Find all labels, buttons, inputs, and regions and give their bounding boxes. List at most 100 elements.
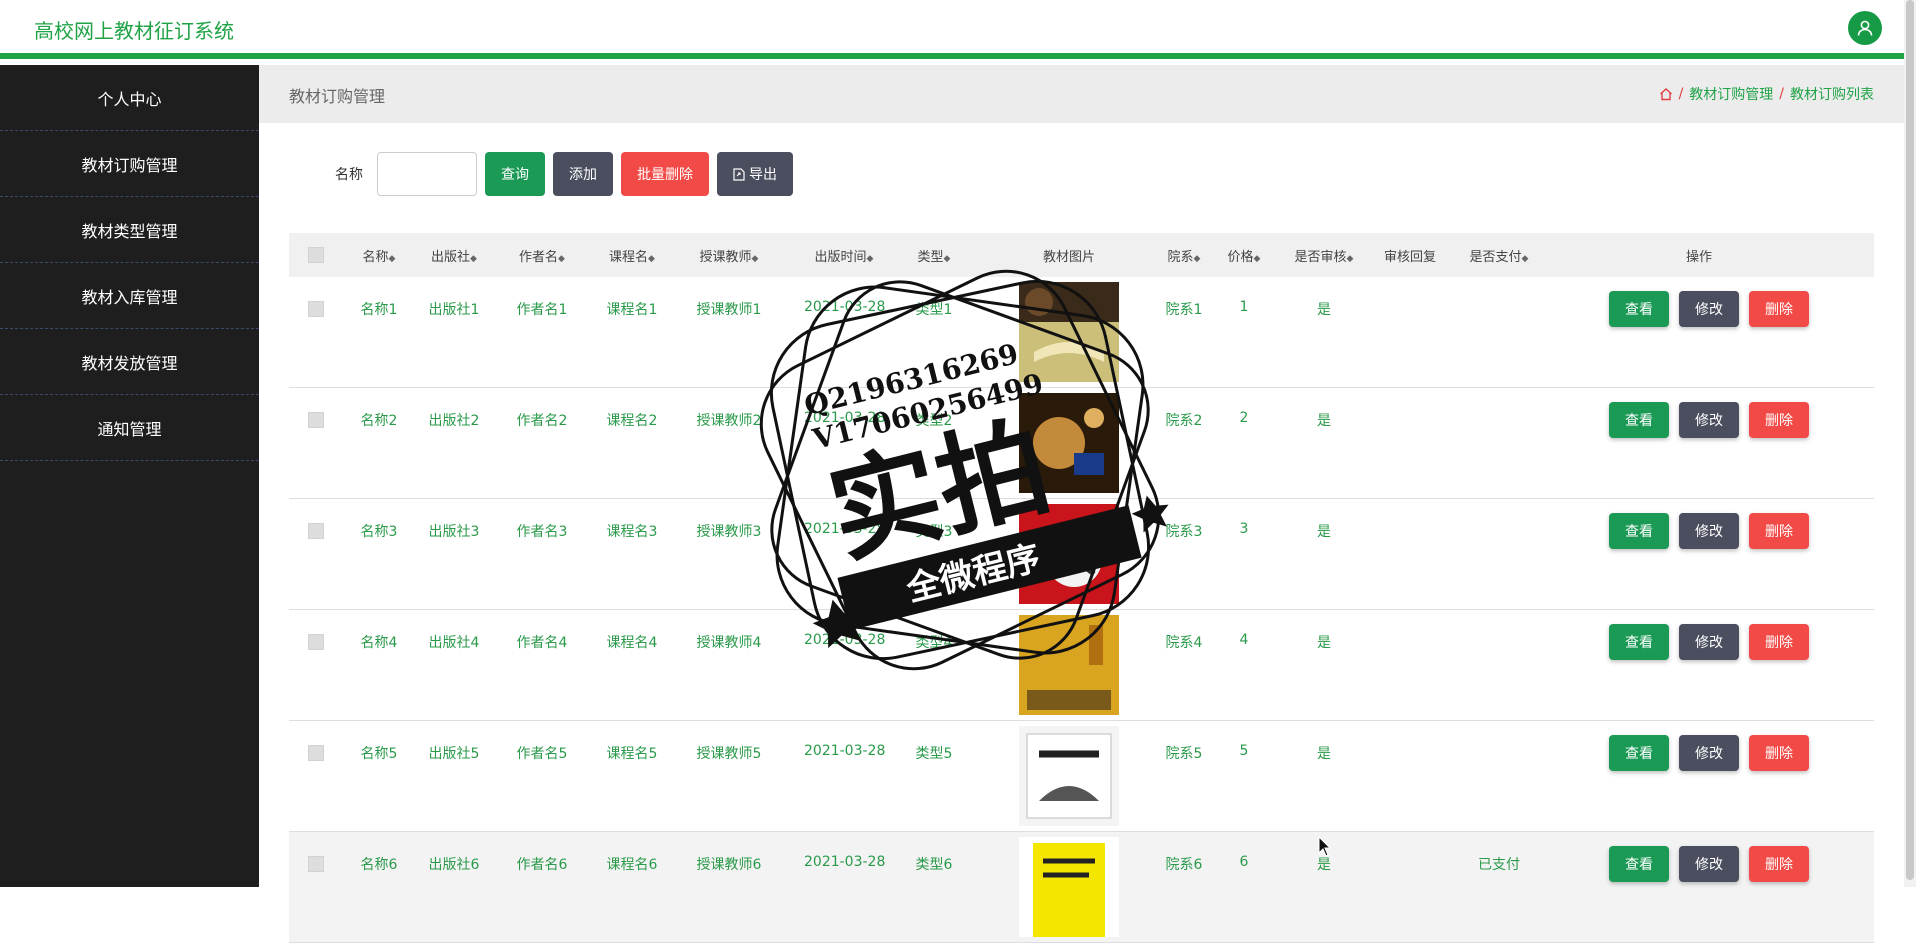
cell-course: 课程名5 bbox=[606, 746, 658, 762]
delete-button[interactable]: 删除 bbox=[1749, 846, 1809, 882]
cell-publisher: 出版社6 bbox=[428, 857, 480, 873]
sidebar-item-order-management[interactable]: 教材订购管理 bbox=[0, 131, 259, 197]
header-paid[interactable]: 是否支付◆ bbox=[1459, 246, 1539, 265]
cell-type: 类型2 bbox=[915, 413, 953, 429]
cell-dept: 院系1 bbox=[1165, 302, 1203, 318]
add-button[interactable]: 添加 bbox=[553, 152, 613, 196]
search-toolbar: 名称 查询 添加 批量删除 导出 bbox=[335, 152, 793, 196]
sidebar-item-stock-in-management[interactable]: 教材入库管理 bbox=[0, 263, 259, 329]
cell-price: 3 bbox=[1239, 521, 1249, 537]
breadcrumb-item-order-list[interactable]: 教材订购列表 bbox=[1790, 84, 1874, 104]
table-header: 名称◆ 出版社◆ 作者名◆ 课程名◆ 授课教师◆ 出版时间◆ 类型◆ 教材图片 … bbox=[289, 233, 1874, 277]
edit-button[interactable]: 修改 bbox=[1679, 624, 1739, 660]
edit-button[interactable]: 修改 bbox=[1679, 513, 1739, 549]
row-actions: 查看 修改 删除 bbox=[1609, 846, 1809, 882]
cell-audited: 是 bbox=[1317, 524, 1331, 540]
row-checkbox[interactable] bbox=[308, 856, 324, 872]
cell-publisher: 出版社5 bbox=[428, 746, 480, 762]
delete-button[interactable]: 删除 bbox=[1749, 624, 1809, 660]
delete-button[interactable]: 删除 bbox=[1749, 402, 1809, 438]
sort-icon: ◆ bbox=[558, 254, 565, 264]
export-button-label: 导出 bbox=[749, 167, 777, 183]
cell-audited: 是 bbox=[1317, 635, 1331, 651]
name-search-input[interactable] bbox=[377, 152, 477, 196]
cell-dept: 院系3 bbox=[1165, 524, 1203, 540]
cell-publisher: 出版社4 bbox=[428, 635, 480, 651]
header-name[interactable]: 名称◆ bbox=[354, 246, 404, 265]
header-publisher[interactable]: 出版社◆ bbox=[424, 246, 484, 265]
cell-teacher: 授课教师2 bbox=[696, 413, 762, 429]
table-row: 名称3 出版社3 作者名3 课程名3 授课教师3 2021-03-28 类型3 … bbox=[289, 499, 1874, 610]
cell-type: 类型4 bbox=[915, 635, 953, 651]
edit-button[interactable]: 修改 bbox=[1679, 735, 1739, 771]
view-button[interactable]: 查看 bbox=[1609, 624, 1669, 660]
header-ops: 操作 bbox=[1685, 250, 1712, 265]
header-author[interactable]: 作者名◆ bbox=[512, 246, 572, 265]
view-button[interactable]: 查看 bbox=[1609, 735, 1669, 771]
search-button[interactable]: 查询 bbox=[485, 152, 545, 196]
cell-audited: 是 bbox=[1317, 302, 1331, 318]
sidebar-item-label: 教材入库管理 bbox=[81, 287, 178, 307]
page-title: 教材订购管理 bbox=[289, 87, 386, 106]
header-type[interactable]: 类型◆ bbox=[909, 246, 959, 265]
row-checkbox[interactable] bbox=[308, 745, 324, 761]
header-price[interactable]: 价格◆ bbox=[1219, 246, 1269, 265]
app-title: 高校网上教材征订系统 bbox=[34, 19, 234, 43]
delete-button[interactable]: 删除 bbox=[1749, 735, 1809, 771]
header-image: 教材图片 bbox=[1042, 250, 1095, 265]
cell-course: 课程名3 bbox=[606, 524, 658, 540]
view-button[interactable]: 查看 bbox=[1609, 402, 1669, 438]
row-actions: 查看 修改 删除 bbox=[1609, 735, 1809, 771]
book-image bbox=[1019, 393, 1119, 493]
row-checkbox[interactable] bbox=[308, 523, 324, 539]
sidebar-item-label: 教材订购管理 bbox=[81, 155, 178, 175]
scrollbar-thumb[interactable] bbox=[1906, 0, 1914, 880]
cell-audited: 是 bbox=[1317, 746, 1331, 762]
cell-course: 课程名4 bbox=[606, 635, 658, 651]
mouse-cursor-icon bbox=[1318, 836, 1332, 857]
home-icon[interactable] bbox=[1659, 87, 1673, 101]
export-file-icon bbox=[733, 167, 745, 181]
breadcrumb-item-order-management[interactable]: 教材订购管理 bbox=[1689, 84, 1773, 104]
select-all-checkbox[interactable] bbox=[308, 247, 324, 263]
breadcrumb: / 教材订购管理 / 教材订购列表 bbox=[1659, 84, 1874, 104]
cell-pubdate: 2021-03-28 bbox=[804, 521, 886, 537]
row-checkbox[interactable] bbox=[308, 412, 324, 428]
cell-teacher: 授课教师6 bbox=[696, 857, 762, 873]
sidebar-item-personal-center[interactable]: 个人中心 bbox=[0, 65, 259, 131]
view-button[interactable]: 查看 bbox=[1609, 291, 1669, 327]
sort-icon: ◆ bbox=[943, 254, 951, 264]
sidebar-item-notice-management[interactable]: 通知管理 bbox=[0, 395, 259, 461]
user-avatar[interactable] bbox=[1848, 11, 1882, 45]
edit-button[interactable]: 修改 bbox=[1679, 402, 1739, 438]
edit-button[interactable]: 修改 bbox=[1679, 291, 1739, 327]
header-audited[interactable]: 是否审核◆ bbox=[1284, 246, 1364, 265]
scrollbar[interactable] bbox=[1904, 0, 1916, 887]
header-teacher[interactable]: 授课教师◆ bbox=[689, 246, 769, 265]
view-button[interactable]: 查看 bbox=[1609, 513, 1669, 549]
cell-author: 作者名5 bbox=[516, 746, 568, 762]
cell-name: 名称6 bbox=[360, 857, 398, 873]
sidebar-item-distribution-management[interactable]: 教材发放管理 bbox=[0, 329, 259, 395]
cell-teacher: 授课教师3 bbox=[696, 524, 762, 540]
cell-dept: 院系4 bbox=[1165, 635, 1203, 651]
export-button[interactable]: 导出 bbox=[717, 152, 793, 196]
header-pubdate[interactable]: 出版时间◆ bbox=[804, 246, 884, 265]
header-dept[interactable]: 院系◆ bbox=[1159, 246, 1209, 265]
view-button[interactable]: 查看 bbox=[1609, 846, 1669, 882]
page-header: 教材订购管理 / 教材订购管理 / 教材订购列表 bbox=[259, 65, 1904, 123]
book-image bbox=[1019, 837, 1119, 937]
delete-button[interactable]: 删除 bbox=[1749, 291, 1809, 327]
cell-price: 6 bbox=[1239, 854, 1249, 870]
edit-button[interactable]: 修改 bbox=[1679, 846, 1739, 882]
sidebar-item-type-management[interactable]: 教材类型管理 bbox=[0, 197, 259, 263]
row-checkbox[interactable] bbox=[308, 301, 324, 317]
sort-icon: ◆ bbox=[751, 254, 759, 264]
row-checkbox[interactable] bbox=[308, 634, 324, 650]
delete-button[interactable]: 删除 bbox=[1749, 513, 1809, 549]
cell-dept: 院系6 bbox=[1165, 857, 1203, 873]
row-actions: 查看 修改 删除 bbox=[1609, 513, 1809, 549]
batch-delete-button[interactable]: 批量删除 bbox=[621, 152, 709, 196]
header-course[interactable]: 课程名◆ bbox=[602, 246, 662, 265]
cell-course: 课程名2 bbox=[606, 413, 658, 429]
